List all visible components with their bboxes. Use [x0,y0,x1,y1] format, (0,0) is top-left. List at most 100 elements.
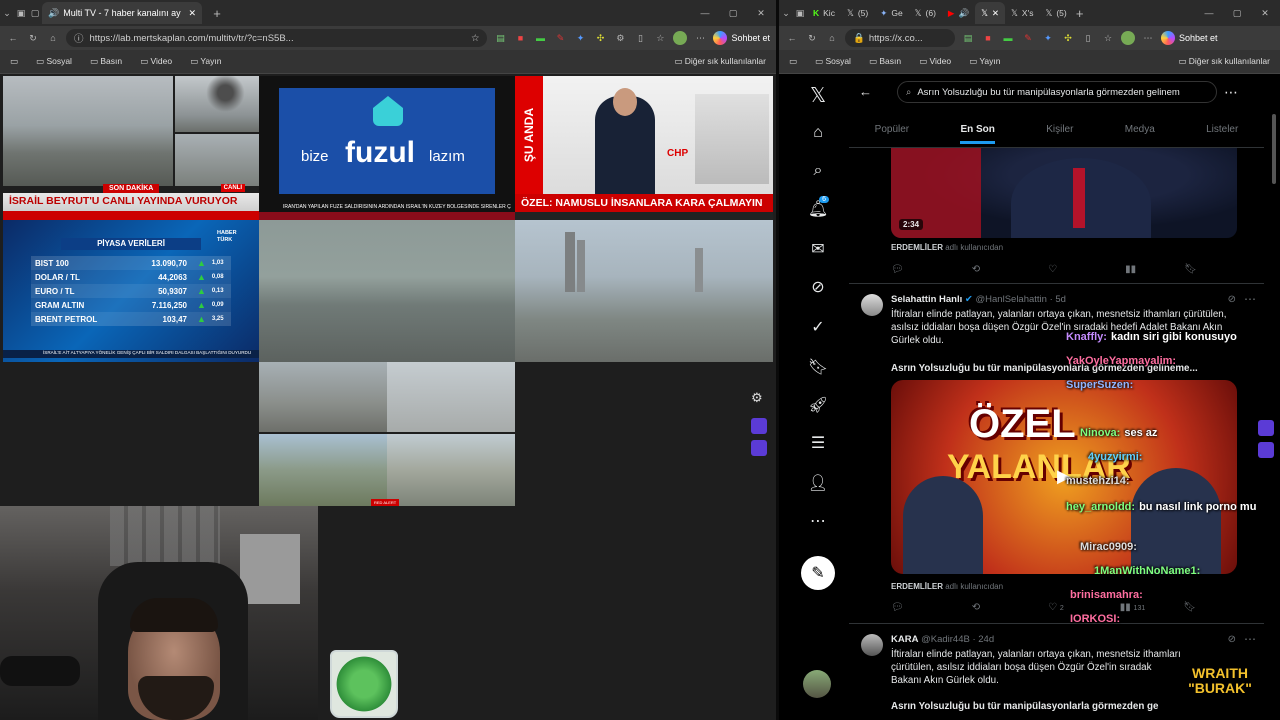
tweet-previous[interactable]: 2:34 ERDEMLİLER adlı kullanıcıdan 💬︎ ⟲ ♡ ▮▮… [849,148,1264,284]
sidebar-translate-icon[interactable] [1258,442,1274,458]
bookmark-other[interactable]: Diğer sık kullanılanlar [674,56,766,67]
tv-feed-4-market[interactable]: PİYASA VERİLERİ HABER TÜRK BIST 100 13.09… [3,220,259,362]
bookmark-icon[interactable]: 🔖︎ [1183,602,1196,613]
tab-lists[interactable]: Listeler [1206,124,1238,135]
grok-icon[interactable]: ⊘ [805,274,831,300]
extension-icon[interactable]: ▤ [961,31,975,45]
url-field[interactable]: 🔒 https://x.co... [845,29,955,47]
profile-icon[interactable]: 👤︎ [805,470,831,496]
tweet-more-icon[interactable]: ⋯ [1244,632,1256,646]
more-icon[interactable]: ⋯ [1224,84,1238,101]
profile-avatar[interactable] [1121,31,1135,45]
bookmark-yayin[interactable]: Yayın [190,56,221,67]
favorites-icon[interactable]: ☆ [1101,31,1115,45]
search-icon[interactable]: ⌕ [805,158,831,184]
url-field[interactable]: ⓘ https://lab.mertskaplan.com/multitv/tr… [66,29,488,47]
new-tab-icon[interactable]: + [210,6,224,21]
minimize-icon[interactable]: — [698,6,712,20]
back-icon[interactable]: ← [6,31,20,45]
repost-icon[interactable]: ⟲ [972,264,980,275]
tab-kick[interactable]: K Kic [807,2,841,24]
tab-latest[interactable]: En Son [960,124,995,144]
close-window-icon[interactable]: ✕ [754,6,768,20]
grok-icon[interactable]: ⊘ [1228,634,1236,645]
workspaces-icon[interactable]: ▣ [793,6,807,20]
bookmark-basin[interactable]: Basın [869,56,901,67]
tv-feed-5[interactable] [259,220,515,362]
views-icon[interactable]: ▮▮ [1125,264,1136,275]
avatar[interactable] [861,294,883,316]
refresh-icon[interactable]: ↻ [26,31,40,45]
extension-icon[interactable]: ✎ [553,31,567,45]
repost-icon[interactable]: ⟲ [972,602,980,613]
tab-actions-icon[interactable]: ⌄ [779,6,793,20]
tab-media[interactable]: Medya [1125,124,1155,135]
compose-post-button[interactable]: ✎ [801,556,835,590]
maximize-icon[interactable]: ▢ [1230,6,1244,20]
extensions-icon[interactable]: ⚙ [613,31,627,45]
back-arrow-icon[interactable]: ← [859,84,872,99]
views-icon[interactable]: ▮▮ 131 [1120,602,1145,613]
avatar[interactable] [861,634,883,656]
split-screen-icon[interactable]: ▯ [1081,31,1095,45]
extension-icon[interactable]: ▬ [533,31,547,45]
tab-x-4[interactable]: 𝕏 (5) [1039,2,1072,24]
tab-x-active[interactable]: 𝕏 ✕ [975,2,1006,24]
extension-icon[interactable]: ✣ [1061,31,1075,45]
sidebar-extension-icon[interactable] [1258,420,1274,436]
extension-icon[interactable]: ✣ [593,31,607,45]
tab-group-icon[interactable]: ▢ [28,6,42,20]
extension-icon[interactable]: ✦ [573,31,587,45]
more-options-icon[interactable]: ⋯ [805,508,831,534]
bookmark-sosyal[interactable]: Sosyal [36,56,72,67]
bookmarks-icon[interactable]: 🔖︎ [805,354,831,380]
sidebar-icon[interactable]: ▭ [10,56,18,67]
video-player[interactable]: 2:34 [891,148,1237,238]
workspaces-icon[interactable]: ▣ [14,6,28,20]
attribution-user[interactable]: ERDEMLİLER [891,243,943,252]
tv-feed-3[interactable]: ŞU ANDA CHP ÖZEL: NAMUSLU İNSANLARA KARA… [515,76,773,220]
sidebar-icon[interactable]: ▭ [789,56,797,67]
grok-icon[interactable]: ⊘ [1228,294,1236,305]
settings-gear-icon[interactable]: ⚙ [751,390,763,406]
minimize-icon[interactable]: — [1202,6,1216,20]
scrollbar[interactable] [1272,114,1276,184]
more-icon[interactable]: ⋯ [1141,31,1155,45]
profile-avatar[interactable] [673,31,688,45]
tab-popular[interactable]: Popüler [875,124,909,135]
bookmark-video[interactable]: Video [919,56,952,67]
reply-icon[interactable]: 💬︎ [891,602,904,613]
bookmark-yayin[interactable]: Yayın [969,56,1000,67]
more-icon[interactable]: ⋯ [693,31,707,45]
handle[interactable]: @HanlSelahattin · 5d [976,294,1066,305]
back-icon[interactable]: ← [785,31,799,45]
home-icon[interactable]: ⌂ [805,120,831,146]
bookmark-basin[interactable]: Basın [90,56,122,67]
sidebar-translate-icon[interactable] [751,440,767,456]
home-icon[interactable]: ⌂ [825,31,839,45]
bookmark-icon[interactable]: 🔖︎ [1184,264,1197,275]
copilot-chat-button[interactable]: Sohbet et [1161,31,1218,45]
attribution-user[interactable]: ERDEMLİLER [891,582,943,591]
close-window-icon[interactable]: ✕ [1258,6,1272,20]
sidebar-extension-icon[interactable] [751,418,767,434]
extension-icon[interactable]: ■ [981,31,995,45]
tv-feed-7-quad[interactable]: RED ALERT [259,362,515,506]
tweet-image[interactable]: ÖZEL YALANLAR ▶ [891,380,1237,574]
close-tab-icon[interactable]: ✕ [992,8,999,19]
handle[interactable]: @Kadir44B · 24d [921,634,994,645]
premium-icon[interactable]: 🚀︎ [805,392,831,418]
tab-gemini[interactable]: ✦ Ge [874,2,908,24]
extension-icon[interactable]: ▤ [493,31,507,45]
bookmark-video[interactable]: Video [140,56,173,67]
bookmark-sosyal[interactable]: Sosyal [815,56,851,67]
lists-icon[interactable]: ☰ [805,430,831,456]
tab-youtube[interactable]: ▶ 🔊 [942,2,975,24]
account-avatar[interactable] [803,670,831,698]
extension-icon[interactable]: ✦ [1041,31,1055,45]
display-name[interactable]: Selahattin Hanlı [891,294,962,305]
like-icon[interactable]: ♡ 2 [1048,602,1064,613]
tab-people[interactable]: Kişiler [1046,124,1073,135]
copilot-chat-button[interactable]: Sohbet et [713,31,770,45]
extension-icon[interactable]: ■ [513,31,527,45]
